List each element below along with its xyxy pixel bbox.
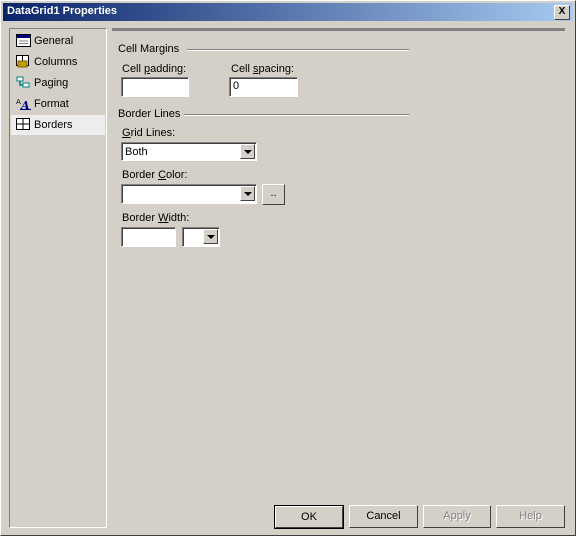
nav-item-label: General bbox=[34, 35, 74, 47]
nav-item-paging[interactable]: Paging bbox=[11, 73, 105, 93]
nav-item-format[interactable]: A A Format bbox=[11, 94, 105, 114]
format-icon: A A bbox=[16, 98, 31, 110]
cell-margins-title: Cell Margins bbox=[118, 43, 180, 55]
cell-padding-input[interactable] bbox=[121, 77, 189, 97]
cell-spacing-label: Cell spacing: bbox=[231, 63, 294, 75]
svg-text:A: A bbox=[20, 99, 30, 110]
general-icon bbox=[16, 34, 31, 47]
grid-lines-select[interactable]: Both bbox=[121, 142, 257, 161]
grid-lines-label: Grid Lines: bbox=[122, 127, 176, 139]
nav-item-label: Columns bbox=[34, 56, 78, 68]
ok-button[interactable]: OK bbox=[274, 505, 344, 529]
border-color-browse-button[interactable]: .. bbox=[262, 184, 285, 205]
borders-icon bbox=[16, 118, 30, 130]
apply-button[interactable]: Apply bbox=[423, 505, 491, 528]
border-color-label: Border Color: bbox=[122, 169, 188, 181]
properties-dialog: DataGrid1 Properties X General Columns P… bbox=[0, 0, 576, 536]
columns-icon bbox=[16, 55, 29, 68]
nav-item-borders[interactable]: Borders bbox=[11, 115, 105, 135]
paging-icon bbox=[16, 76, 30, 88]
cell-margins-divider bbox=[187, 49, 409, 51]
nav-item-label: Format bbox=[34, 98, 69, 110]
border-color-select[interactable] bbox=[121, 184, 257, 204]
nav-item-general[interactable]: General bbox=[11, 31, 105, 51]
cell-padding-label: Cell padding: bbox=[122, 63, 187, 75]
border-width-label: Border Width: bbox=[122, 212, 190, 224]
border-width-unit-select[interactable] bbox=[182, 227, 220, 247]
chevron-down-icon[interactable] bbox=[240, 186, 255, 201]
help-button[interactable]: Help bbox=[496, 505, 565, 528]
chevron-down-icon[interactable] bbox=[203, 229, 218, 244]
nav-item-label: Borders bbox=[34, 119, 73, 131]
border-width-input[interactable] bbox=[121, 227, 176, 247]
nav-item-label: Paging bbox=[34, 77, 69, 89]
header-bar bbox=[112, 28, 565, 31]
grid-lines-value: Both bbox=[125, 146, 148, 158]
chevron-down-icon[interactable] bbox=[240, 144, 255, 159]
title-bar[interactable]: DataGrid1 Properties X bbox=[3, 3, 573, 21]
cancel-button[interactable]: Cancel bbox=[349, 505, 418, 528]
dialog-title: DataGrid1 Properties bbox=[7, 5, 118, 17]
nav-item-columns[interactable]: Columns bbox=[11, 52, 105, 72]
border-lines-divider bbox=[184, 114, 409, 116]
border-lines-title: Border Lines bbox=[118, 108, 181, 120]
properties-nav: General Columns Paging A A Format Border… bbox=[9, 28, 107, 528]
close-button[interactable]: X bbox=[554, 5, 570, 20]
cell-spacing-input[interactable]: 0 bbox=[229, 77, 298, 97]
